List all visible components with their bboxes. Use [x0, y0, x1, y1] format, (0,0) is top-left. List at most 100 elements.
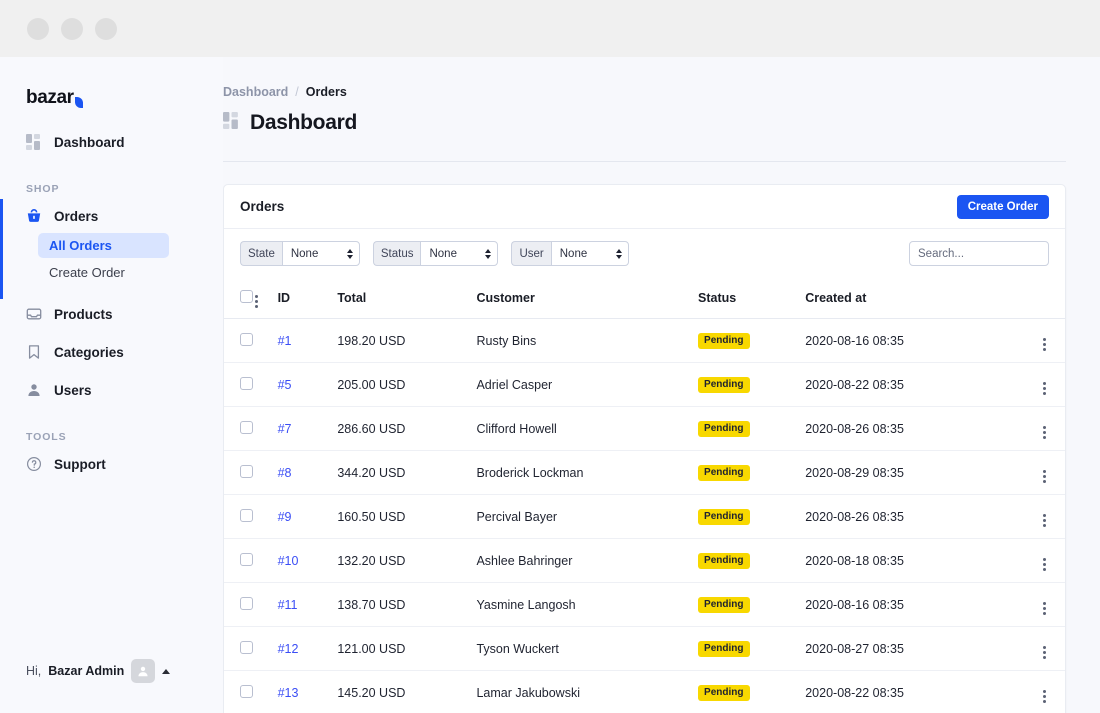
row-select-cell [224, 451, 255, 495]
user-filter[interactable]: User None [511, 241, 628, 266]
row-status-cell: Pending [698, 407, 805, 451]
row-spacer-cell [255, 407, 278, 451]
breadcrumb-dashboard[interactable]: Dashboard [223, 85, 288, 99]
row-checkbox[interactable] [240, 597, 253, 610]
avatar[interactable] [131, 659, 155, 683]
window-dot-1[interactable] [27, 18, 49, 40]
caret-up-icon[interactable] [162, 669, 170, 674]
sidebar-item-categories-label: Categories [54, 345, 124, 360]
row-created-at-cell: 2020-08-18 08:35 [805, 539, 1023, 583]
row-actions-cell [1024, 407, 1065, 451]
breadcrumb-orders[interactable]: Orders [306, 85, 347, 99]
row-actions-cell [1024, 363, 1065, 407]
status-badge: Pending [698, 333, 749, 349]
window-chrome [0, 0, 1100, 57]
row-status-cell: Pending [698, 583, 805, 627]
basket-icon [26, 208, 43, 225]
status-badge: Pending [698, 641, 749, 657]
user-filter-label: User [511, 241, 550, 266]
table-row[interactable]: #8344.20 USDBroderick LockmanPending2020… [224, 451, 1065, 495]
row-id-cell: #11 [278, 583, 338, 627]
order-id-link[interactable]: #13 [278, 686, 299, 700]
row-checkbox[interactable] [240, 465, 253, 478]
column-header-id[interactable]: ID [278, 277, 338, 319]
sidebar-item-dashboard[interactable]: Dashboard [26, 127, 211, 157]
order-id-link[interactable]: #11 [278, 598, 298, 612]
sidebar-subitem-create-order[interactable]: Create Order [38, 260, 169, 285]
select-all-checkbox[interactable] [240, 290, 253, 303]
status-filter-value: None [429, 248, 457, 260]
orders-table-body: #1198.20 USDRusty BinsPending2020-08-16 … [224, 319, 1065, 713]
status-filter-select[interactable]: None [420, 241, 498, 266]
state-filter-select[interactable]: None [282, 241, 360, 266]
order-id-link[interactable]: #5 [278, 378, 292, 392]
row-checkbox[interactable] [240, 377, 253, 390]
row-checkbox[interactable] [240, 641, 253, 654]
row-id-cell: #1 [278, 319, 338, 363]
row-actions-kebab-icon[interactable] [1043, 382, 1046, 395]
row-actions-kebab-icon[interactable] [1043, 426, 1046, 439]
sidebar-subitem-all-orders[interactable]: All Orders [38, 233, 169, 258]
user-greeting: Hi, [26, 664, 41, 678]
column-header-customer[interactable]: Customer [476, 277, 698, 319]
sidebar-item-products[interactable]: Products [26, 299, 211, 329]
table-row[interactable]: #5205.00 USDAdriel CasperPending2020-08-… [224, 363, 1065, 407]
table-row[interactable]: #9160.50 USDPercival BayerPending2020-08… [224, 495, 1065, 539]
create-order-button[interactable]: Create Order [957, 195, 1049, 219]
table-row[interactable]: #11138.70 USDYasmine LangoshPending2020-… [224, 583, 1065, 627]
table-row[interactable]: #7286.60 USDClifford HowellPending2020-0… [224, 407, 1065, 451]
row-actions-cell [1024, 451, 1065, 495]
order-id-link[interactable]: #1 [278, 334, 292, 348]
row-checkbox[interactable] [240, 685, 253, 698]
order-id-link[interactable]: #10 [278, 554, 299, 568]
row-total-cell: 160.50 USD [337, 495, 476, 539]
column-header-created-at[interactable]: Created at [805, 277, 1023, 319]
column-header-status[interactable]: Status [698, 277, 805, 319]
search-input[interactable] [909, 241, 1049, 266]
sidebar-item-categories[interactable]: Categories [26, 337, 211, 367]
order-id-link[interactable]: #12 [278, 642, 299, 656]
row-checkbox[interactable] [240, 421, 253, 434]
status-filter[interactable]: Status None [373, 241, 499, 266]
orders-table-head: ID Total Customer Status Created at [224, 277, 1065, 319]
row-checkbox[interactable] [240, 553, 253, 566]
order-id-link[interactable]: #7 [278, 422, 292, 436]
row-actions-kebab-icon[interactable] [1043, 514, 1046, 527]
table-row[interactable]: #10132.20 USDAshlee BahringerPending2020… [224, 539, 1065, 583]
row-actions-cell [1024, 495, 1065, 539]
table-row[interactable]: #12121.00 USDTyson WuckertPending2020-08… [224, 627, 1065, 671]
chevron-updown-icon [485, 249, 491, 259]
window-dot-3[interactable] [95, 18, 117, 40]
sidebar-item-users[interactable]: Users [26, 375, 211, 405]
row-actions-cell [1024, 539, 1065, 583]
app-logo-text: bazar [26, 87, 74, 109]
sidebar-user-menu[interactable]: Hi, Bazar Admin [26, 659, 170, 683]
sidebar: bazar Dashboard SHOP [0, 57, 223, 713]
row-actions-kebab-icon[interactable] [1043, 690, 1046, 703]
app-logo[interactable]: bazar [26, 87, 223, 109]
row-actions-kebab-icon[interactable] [1043, 646, 1046, 659]
row-actions-kebab-icon[interactable] [1043, 338, 1046, 351]
row-checkbox[interactable] [240, 509, 253, 522]
row-checkbox[interactable] [240, 333, 253, 346]
column-header-total[interactable]: Total [337, 277, 476, 319]
sidebar-item-support[interactable]: Support [26, 449, 211, 479]
table-row[interactable]: #13145.20 USDLamar JakubowskiPending2020… [224, 671, 1065, 713]
row-created-at-cell: 2020-08-16 08:35 [805, 583, 1023, 627]
table-row[interactable]: #1198.20 USDRusty BinsPending2020-08-16 … [224, 319, 1065, 363]
sidebar-item-orders-label: Orders [54, 209, 98, 224]
status-badge: Pending [698, 597, 749, 613]
sidebar-item-orders[interactable]: Orders [26, 201, 211, 231]
row-actions-kebab-icon[interactable] [1043, 558, 1046, 571]
window-dot-2[interactable] [61, 18, 83, 40]
app-shell: bazar Dashboard SHOP [0, 57, 1100, 713]
row-actions-kebab-icon[interactable] [1043, 602, 1046, 615]
order-id-link[interactable]: #8 [278, 466, 292, 480]
row-actions-kebab-icon[interactable] [1043, 470, 1046, 483]
order-id-link[interactable]: #9 [278, 510, 292, 524]
state-filter[interactable]: State None [240, 241, 360, 266]
bulk-actions-kebab-icon[interactable] [255, 295, 258, 308]
row-created-at-cell: 2020-08-22 08:35 [805, 363, 1023, 407]
user-filter-select[interactable]: None [551, 241, 629, 266]
row-select-cell [224, 407, 255, 451]
